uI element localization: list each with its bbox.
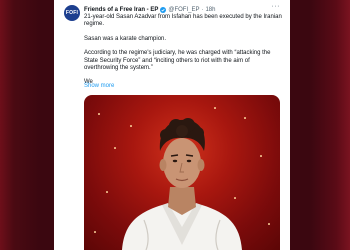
tweet-card: FOFI Friends of a Free Iran - EP @FOFI_E… — [54, 0, 290, 250]
screenshot-frame: FOFI Friends of a Free Iran - EP @FOFI_E… — [0, 0, 350, 250]
account-avatar[interactable]: FOFI — [64, 5, 80, 21]
verified-badge-icon — [160, 7, 167, 13]
athlete-portrait — [122, 118, 242, 250]
more-options-icon[interactable]: ··· — [272, 3, 281, 10]
tweet-paragraph: 21-year-old Sasan Azadvar from Isfahan h… — [84, 14, 282, 28]
tweet-paragraph: According to the regime's judiciary, he … — [84, 50, 271, 72]
show-more-link[interactable]: Show more — [84, 83, 114, 89]
tweet-paragraph: Sasan was a karate champion. — [84, 35, 167, 42]
tweet-photo[interactable] — [84, 95, 280, 250]
avatar-text: FOFI — [65, 10, 79, 16]
tweet-text: 21-year-old Sasan Azadvar from Isfahan h… — [84, 14, 284, 87]
